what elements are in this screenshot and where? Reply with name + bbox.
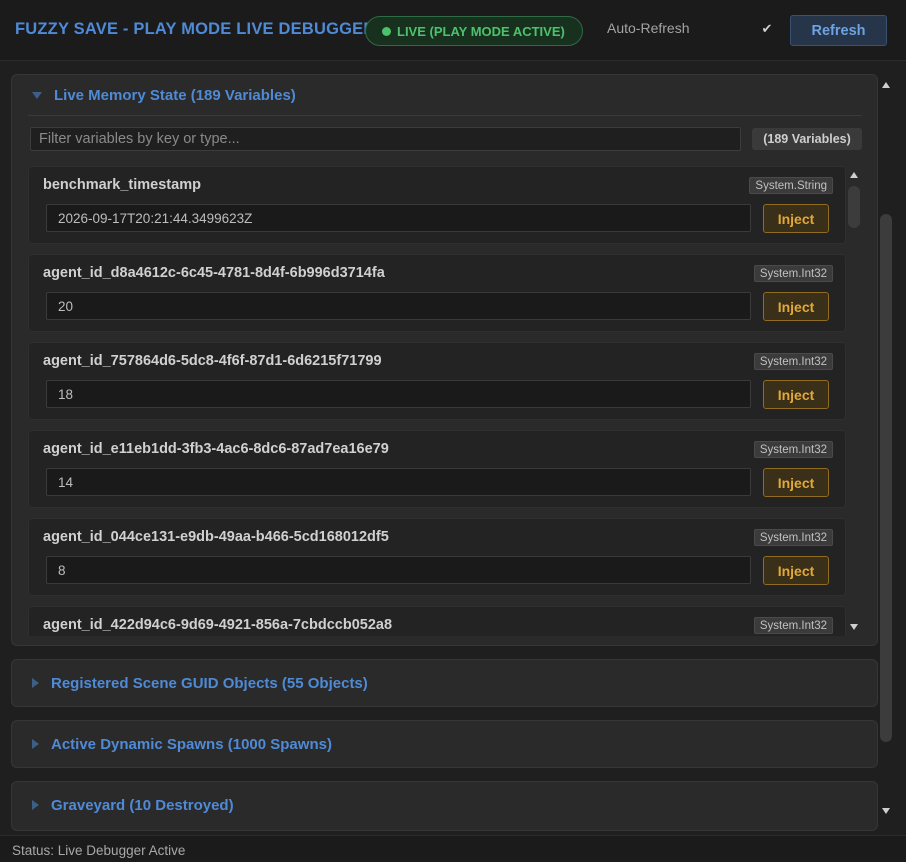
main-scrollbar[interactable] bbox=[879, 76, 893, 820]
inject-button[interactable]: Inject bbox=[763, 292, 829, 321]
variable-key: agent_id_757864d6-5dc8-4f6f-87d1-6d6215f… bbox=[43, 353, 382, 369]
live-status-text: LIVE (PLAY MODE ACTIVE) bbox=[397, 23, 565, 39]
variable-list-scrollbar[interactable] bbox=[847, 166, 861, 636]
variable-list-scrollbar-thumb[interactable] bbox=[848, 186, 860, 228]
variable-value-field[interactable]: 2026-09-17T20:21:44.3499623Z bbox=[46, 204, 751, 232]
variable-type-badge: System.Int32 bbox=[753, 353, 833, 370]
window-title: FUZZY SAVE - PLAY MODE LIVE DEBUGGER bbox=[15, 20, 376, 38]
inject-button[interactable]: Inject bbox=[763, 380, 829, 409]
graveyard-section-title: Graveyard (10 Destroyed) bbox=[51, 796, 234, 814]
variable-value-field[interactable]: 8 bbox=[46, 556, 751, 584]
live-memory-section-title: Live Memory State (189 Variables) bbox=[54, 86, 296, 104]
checkmark-icon: ✔ bbox=[761, 21, 773, 36]
scene-guid-section-title: Registered Scene GUID Objects (55 Object… bbox=[51, 674, 368, 692]
variable-type-badge: System.Int32 bbox=[753, 265, 833, 282]
variable-card: agent_id_044ce131-e9db-49aa-b466-5cd1680… bbox=[28, 518, 846, 596]
dynamic-spawns-section-header[interactable]: Active Dynamic Spawns (1000 Spawns) bbox=[12, 721, 877, 767]
variable-card: agent_id_e11eb1dd-3fb3-4ac6-8dc6-87ad7ea… bbox=[28, 430, 846, 508]
variable-type-badge: System.Int32 bbox=[753, 529, 833, 546]
graveyard-section[interactable]: Graveyard (10 Destroyed) bbox=[11, 781, 878, 831]
auto-refresh-checkbox[interactable]: ✔ bbox=[758, 20, 776, 38]
inject-button[interactable]: Inject bbox=[763, 204, 829, 233]
dynamic-spawns-section[interactable]: Active Dynamic Spawns (1000 Spawns) bbox=[11, 720, 878, 768]
scroll-down-arrow-icon[interactable] bbox=[850, 624, 858, 630]
variable-card: benchmark_timestamp System.String 2026-0… bbox=[28, 166, 846, 244]
variable-value-field[interactable]: 20 bbox=[46, 292, 751, 320]
scroll-down-arrow-icon[interactable] bbox=[882, 808, 890, 814]
collapsed-triangle-icon bbox=[32, 678, 39, 688]
header-toolbar: FUZZY SAVE - PLAY MODE LIVE DEBUGGER LIV… bbox=[0, 0, 906, 61]
section-divider bbox=[28, 115, 862, 116]
variable-key: agent_id_d8a4612c-6c45-4781-8d4f-6b996d3… bbox=[43, 265, 385, 281]
variable-card: agent_id_757864d6-5dc8-4f6f-87d1-6d6215f… bbox=[28, 342, 846, 420]
status-bar: Status: Live Debugger Active bbox=[0, 835, 906, 862]
variable-value-field[interactable]: 18 bbox=[46, 380, 751, 408]
inject-button[interactable]: Inject bbox=[763, 468, 829, 497]
refresh-button[interactable]: Refresh bbox=[790, 15, 887, 46]
dynamic-spawns-section-title: Active Dynamic Spawns (1000 Spawns) bbox=[51, 735, 332, 753]
inject-button[interactable]: Inject bbox=[763, 556, 829, 585]
live-memory-section: Live Memory State (189 Variables) (189 V… bbox=[11, 74, 878, 646]
live-indicator-dot-icon bbox=[382, 26, 391, 36]
variable-count-badge: (189 Variables) bbox=[752, 128, 862, 150]
variable-card: agent_id_d8a4612c-6c45-4781-8d4f-6b996d3… bbox=[28, 254, 846, 332]
variable-list: benchmark_timestamp System.String 2026-0… bbox=[28, 166, 846, 636]
live-memory-section-header[interactable]: Live Memory State (189 Variables) bbox=[12, 75, 877, 115]
collapsed-triangle-icon bbox=[32, 739, 39, 749]
variable-key: agent_id_044ce131-e9db-49aa-b466-5cd1680… bbox=[43, 529, 389, 545]
live-status-badge: LIVE (PLAY MODE ACTIVE) bbox=[365, 16, 583, 46]
auto-refresh-label: Auto-Refresh bbox=[607, 20, 690, 36]
variable-type-badge: System.Int32 bbox=[753, 441, 833, 458]
scroll-up-arrow-icon[interactable] bbox=[850, 172, 858, 178]
scroll-up-arrow-icon[interactable] bbox=[882, 82, 890, 88]
variable-value-field[interactable]: 14 bbox=[46, 468, 751, 496]
graveyard-section-header[interactable]: Graveyard (10 Destroyed) bbox=[12, 782, 877, 828]
variable-key: benchmark_timestamp bbox=[43, 177, 201, 193]
scene-guid-objects-section[interactable]: Registered Scene GUID Objects (55 Object… bbox=[11, 659, 878, 707]
variable-type-badge: System.Int32 bbox=[753, 617, 833, 634]
variable-card: agent_id_422d94c6-9d69-4921-856a-7cbdccb… bbox=[28, 606, 846, 636]
expanded-triangle-icon bbox=[32, 91, 42, 99]
status-text: Status: Live Debugger Active bbox=[12, 843, 186, 858]
variable-key: agent_id_e11eb1dd-3fb3-4ac6-8dc6-87ad7ea… bbox=[43, 441, 389, 457]
main-scrollbar-thumb[interactable] bbox=[880, 214, 892, 742]
variable-type-badge: System.String bbox=[749, 177, 833, 194]
variable-key: agent_id_422d94c6-9d69-4921-856a-7cbdccb… bbox=[43, 617, 393, 633]
scene-guid-section-header[interactable]: Registered Scene GUID Objects (55 Object… bbox=[12, 660, 877, 706]
variable-filter-input[interactable] bbox=[30, 127, 741, 151]
collapsed-triangle-icon bbox=[32, 800, 39, 810]
